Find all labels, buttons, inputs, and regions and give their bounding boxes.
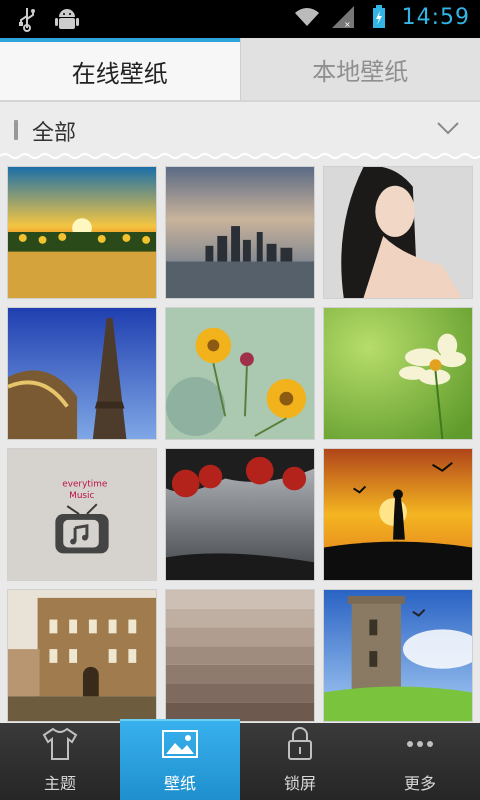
tab-online-wallpapers[interactable]: 在线壁纸	[0, 38, 240, 100]
more-icon	[407, 741, 433, 747]
wallpaper-grid: everytime Music	[0, 160, 480, 723]
nav-theme[interactable]: 主题	[0, 723, 120, 800]
wallpaper-thumb-yellow-flowers[interactable]	[165, 307, 315, 440]
usb-icon	[19, 8, 35, 32]
wallpaper-thumb-stone-tower[interactable]	[323, 589, 473, 722]
tshirt-icon	[42, 727, 78, 760]
wallpaper-thumb-cosmos-green[interactable]	[323, 307, 473, 440]
wallpaper-thumb-red-tree-sky[interactable]	[165, 448, 315, 581]
nav-lockscreen-label: 锁屏	[283, 774, 316, 793]
wallpaper-thumb-brown-gradient[interactable]	[165, 589, 315, 722]
tab-local-wallpapers[interactable]: 本地壁纸	[239, 38, 480, 100]
clock: 14:59	[401, 4, 470, 30]
category-marker	[14, 120, 18, 140]
wallpaper-thumb-flooded-street[interactable]	[7, 589, 157, 722]
svg-text:×: ×	[344, 20, 351, 29]
tab-bar: 在线壁纸 本地壁纸	[0, 38, 480, 100]
nav-wallpaper-label: 壁纸	[163, 774, 196, 793]
android-debug-icon	[55, 9, 79, 29]
wallpaper-thumb-portrait-woman[interactable]	[323, 166, 473, 299]
signal-icon: ×	[331, 6, 354, 29]
nav-lockscreen[interactable]: 锁屏	[240, 723, 360, 800]
status-bar: × 14:59	[0, 0, 480, 38]
category-dropdown[interactable]: 全部	[0, 102, 480, 156]
battery-charging-icon	[372, 5, 385, 28]
nav-more-label: 更多	[403, 774, 436, 793]
wallpaper-thumb-retro-tv[interactable]: everytime Music	[7, 448, 157, 581]
wallpaper-thumb-city-skyline[interactable]	[165, 166, 315, 299]
picture-icon	[162, 730, 198, 758]
category-label: 全部	[32, 121, 77, 146]
wavy-divider	[0, 153, 480, 159]
nav-wallpaper[interactable]: 壁纸	[120, 719, 240, 800]
wifi-icon	[294, 8, 319, 27]
nav-theme-label: 主题	[43, 774, 76, 793]
chevron-down-icon	[437, 122, 459, 135]
svg-text:Music: Music	[69, 491, 94, 501]
lock-icon	[288, 727, 312, 760]
svg-text:everytime: everytime	[62, 479, 107, 489]
wallpaper-thumb-eiffel-tower[interactable]	[7, 307, 157, 440]
wallpaper-thumb-silhouette-sunset[interactable]	[323, 448, 473, 581]
nav-more[interactable]: 更多	[360, 723, 480, 800]
wallpaper-thumb-sunflower-sunset[interactable]	[7, 166, 157, 299]
bottom-navigation: 主题 壁纸 锁屏 更多	[0, 719, 480, 800]
